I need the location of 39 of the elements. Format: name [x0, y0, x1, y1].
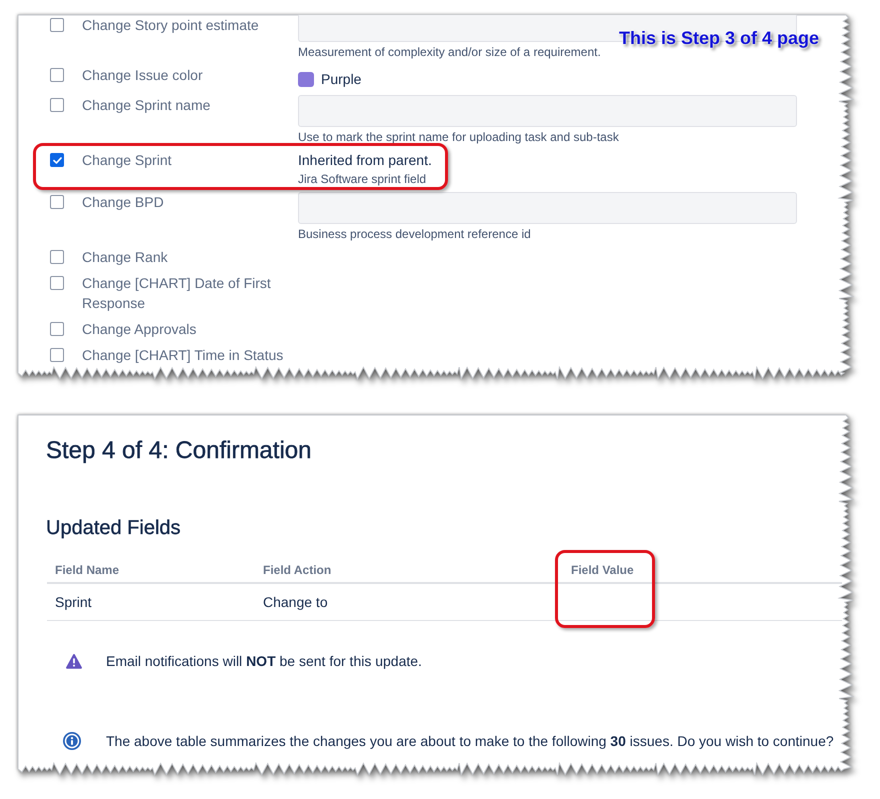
field-label: Change Issue color	[82, 66, 204, 85]
table-cell-text: Change to	[262, 593, 329, 612]
field-value: Inherited from parent.	[298, 151, 432, 170]
field-value: Purple	[321, 70, 362, 89]
help-text: Jira Software sprint field	[298, 172, 426, 186]
checkbox[interactable]	[50, 68, 64, 82]
checkbox[interactable]	[50, 18, 64, 32]
field-label: Change Rank	[82, 248, 169, 267]
column-header: Field Value	[563, 560, 842, 582]
checkmark-icon	[52, 156, 62, 164]
field-label: Change Sprint name	[82, 96, 212, 115]
checkbox[interactable]	[50, 195, 64, 209]
field-label: Change Approvals	[82, 320, 198, 339]
input-field[interactable]	[298, 192, 797, 224]
field-label: Change BPD	[82, 193, 165, 212]
checkbox[interactable]	[50, 98, 64, 112]
checkbox[interactable]	[50, 153, 64, 167]
info-icon	[63, 732, 81, 750]
warning-icon	[66, 654, 82, 668]
checkbox[interactable]	[50, 322, 64, 336]
table-cell-text: Sprint	[54, 593, 93, 612]
field-label: Change Sprint	[82, 151, 173, 170]
column-header: Field Name	[54, 562, 120, 579]
notice-text: Email notifications will NOT be sent for this update.	[106, 652, 422, 671]
help-text: Business process development reference id	[298, 227, 531, 241]
input-field[interactable]	[298, 95, 797, 127]
field-label: Change [CHART] Time in Status	[82, 346, 284, 365]
checkbox[interactable]	[50, 276, 64, 290]
page-title: Step 4 of 4: Confirmation	[46, 436, 312, 466]
checkbox[interactable]	[50, 250, 64, 264]
column-header: Field Action	[262, 562, 332, 579]
help-text: Use to mark the sprint name for uploading task and sub-task	[298, 130, 619, 144]
field-label: Change Story point estimate	[82, 16, 260, 35]
annotation-text: This is Step 3 of 4 page	[619, 27, 820, 49]
section-title: Updated Fields	[46, 516, 182, 540]
help-text: Measurement of complexity and/or size of a requirement.	[298, 45, 601, 59]
checkbox[interactable]	[50, 348, 64, 362]
field-label: Change [CHART] Date of First Response	[82, 274, 272, 313]
notice-text: The above table summarizes the changes you are about to make to the following 30 issues. Do you wish to continue?	[106, 732, 834, 751]
